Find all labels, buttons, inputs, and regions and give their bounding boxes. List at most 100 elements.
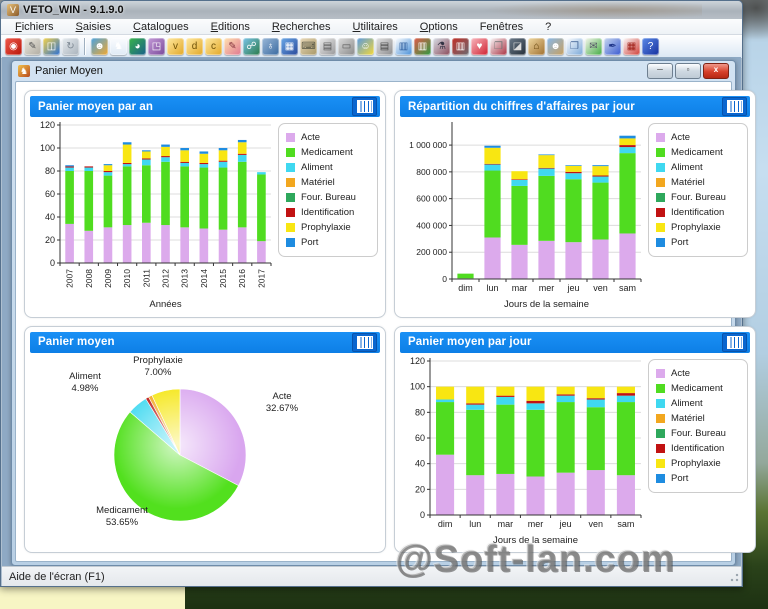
bar-segment — [237, 139, 247, 143]
menu-recherches[interactable]: Recherches — [262, 21, 341, 33]
bar-segment — [592, 165, 609, 167]
contacts-icon[interactable]: ☻ — [547, 38, 564, 55]
bar-segment — [526, 409, 545, 476]
legend-label: Acte — [671, 132, 691, 143]
legend-swatch — [286, 208, 295, 217]
computer-icon[interactable]: ⌨ — [300, 38, 317, 55]
close-button[interactable]: x — [703, 62, 729, 79]
menu-saisies[interactable]: Saisies — [66, 21, 121, 33]
user-idea-icon[interactable]: ☺ — [357, 38, 374, 55]
printer-icon[interactable]: ▤ — [319, 38, 336, 55]
folder-edit-icon[interactable]: ✎ — [224, 38, 241, 55]
legend-label: Port — [671, 472, 689, 484]
svg-text:40: 40 — [415, 458, 425, 468]
folder-c-icon[interactable]: c — [205, 38, 222, 55]
legend-label: Four. Bureau — [671, 427, 726, 439]
microscope-icon[interactable]: ⚗ — [433, 38, 450, 55]
legend-swatch — [656, 368, 665, 378]
menu-fichiers[interactable]: Fichiers — [5, 21, 64, 33]
legend-swatch — [656, 428, 665, 438]
refresh-icon[interactable]: ↻ — [62, 38, 79, 55]
menu-?[interactable]: ? — [535, 21, 561, 33]
bar-segment — [586, 386, 605, 398]
media-icon[interactable]: ◪ — [509, 38, 526, 55]
bar-segment — [180, 166, 189, 228]
chart-panier-moyen-par-an: 0 20 40 60 80 100 120 2007 2008 2009 2010 2011 2012 2… — [30, 117, 276, 316]
resize-grip[interactable] — [729, 573, 739, 583]
bar-segment — [484, 147, 501, 164]
grid-icon — [726, 335, 743, 349]
legend-label: Port — [671, 237, 689, 248]
bar-segment — [538, 155, 555, 168]
quit-icon[interactable]: ◉ — [5, 38, 22, 55]
child-titlebar[interactable]: ♞ Panier Moyen ─ ▫ x — [12, 61, 735, 80]
calendar-icon[interactable]: ▦ — [623, 38, 640, 55]
menu-fentres[interactable]: Fenêtres — [470, 21, 533, 33]
folder-d-icon[interactable]: d — [186, 38, 203, 55]
mail-valid-icon[interactable]: ✉ — [585, 38, 602, 55]
stylus-icon[interactable]: ✒ — [604, 38, 621, 55]
animals-icon[interactable]: ♞ — [110, 38, 127, 55]
printer-2-icon[interactable]: ▤ — [376, 38, 393, 55]
svg-text:20: 20 — [45, 235, 55, 245]
library-icon[interactable]: ▥ — [452, 38, 469, 55]
main-titlebar[interactable]: V VETO_WIN - 9.1.9.0 — [1, 1, 742, 19]
table-view-button[interactable] — [722, 332, 747, 352]
book-icon[interactable]: ❒ — [490, 38, 507, 55]
table-view-button[interactable] — [352, 332, 377, 352]
help-icon[interactable]: ? — [642, 38, 659, 55]
bar-segment — [538, 175, 555, 241]
legend-swatch — [286, 238, 295, 247]
table-view-button[interactable] — [352, 97, 377, 116]
health-icon[interactable]: ♥ — [471, 38, 488, 55]
bar-segment — [84, 171, 94, 231]
statistics-icon[interactable]: ▥ — [395, 38, 412, 55]
app-icon: V — [7, 4, 19, 16]
menu-options[interactable]: Options — [410, 21, 468, 33]
folder-v-icon[interactable]: v — [167, 38, 184, 55]
legend-item: Four. Bureau — [286, 190, 370, 205]
print-setup-icon[interactable]: ✎ — [24, 38, 41, 55]
clients-icon[interactable]: ☻ — [91, 38, 108, 55]
products-icon[interactable]: ◳ — [148, 38, 165, 55]
network-icon[interactable]: ☍ — [243, 38, 260, 55]
svg-text:1 000 000: 1 000 000 — [409, 140, 447, 150]
svg-text:sam: sam — [617, 519, 634, 529]
menu-editions[interactable]: Editions — [201, 21, 260, 33]
legend-label: Prophylaxie — [671, 222, 721, 233]
sticky-note-window[interactable] — [0, 586, 185, 609]
pie-label: Aliment 4.98% — [69, 371, 101, 394]
bar-segment — [103, 164, 113, 166]
legend-swatch — [286, 193, 295, 202]
child-window-controls: ─ ▫ x — [647, 62, 729, 79]
bar-segment — [218, 229, 228, 263]
bar-segment — [103, 171, 113, 173]
restore-button[interactable]: ▫ — [675, 62, 701, 79]
bar-segment — [565, 171, 582, 174]
table-view-button[interactable] — [722, 97, 747, 116]
menu-catalogues[interactable]: Catalogues — [123, 21, 199, 33]
bar-segment — [218, 160, 228, 162]
internet-icon[interactable]: ◕ — [129, 38, 146, 55]
svg-text:2017: 2017 — [256, 269, 266, 288]
panel-header: Répartition du chiffres d'affaires par j… — [400, 96, 750, 117]
minimize-button[interactable]: ─ — [647, 62, 673, 79]
workstation-icon[interactable]: ▦ — [281, 38, 298, 55]
menu-utilitaires[interactable]: Utilitaires — [343, 21, 408, 33]
svg-text:lun: lun — [486, 283, 498, 293]
bar-segment — [180, 162, 189, 167]
legend-item: Matériel — [286, 175, 370, 190]
bar-segment — [511, 185, 528, 245]
documents-icon[interactable]: ❐ — [566, 38, 583, 55]
bar-segment — [65, 167, 74, 171]
legend-swatch — [656, 193, 665, 202]
svg-text:60: 60 — [45, 189, 55, 199]
legend-item: Aliment — [656, 160, 740, 175]
legend-item: Matériel — [656, 411, 740, 426]
scanner-icon[interactable]: ▭ — [338, 38, 355, 55]
catalog-icon[interactable]: ▥ — [414, 38, 431, 55]
home-icon[interactable]: ⌂ — [528, 38, 545, 55]
bar-segment — [511, 179, 528, 186]
sitemap-icon[interactable]: ♁ — [262, 38, 279, 55]
save-icon[interactable]: ◫ — [43, 38, 60, 55]
